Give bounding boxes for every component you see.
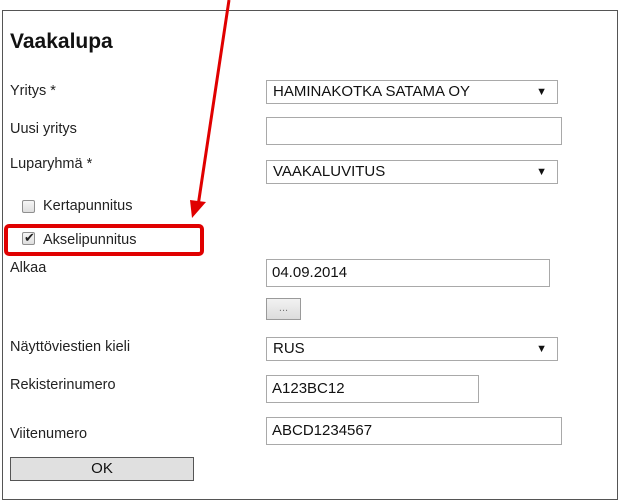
annotation-arrow bbox=[190, 0, 231, 218]
